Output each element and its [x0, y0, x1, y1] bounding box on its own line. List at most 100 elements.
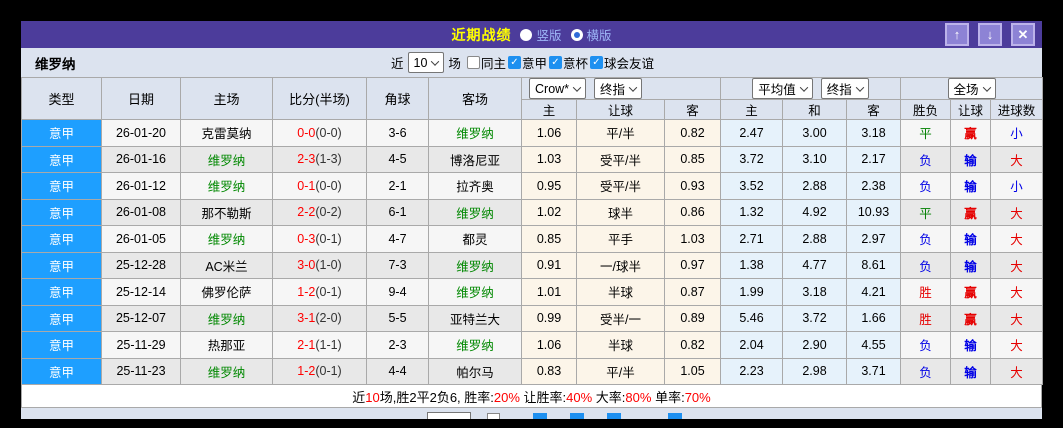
avg-home-odds-cell: 3.72 — [721, 146, 783, 173]
result-cell: 平 — [901, 120, 951, 147]
close-button[interactable]: ✕ — [1011, 23, 1035, 46]
summary-stat-value: 40% — [566, 390, 592, 405]
summary-stat-value: 10 — [365, 390, 379, 405]
home-team-cell[interactable]: 克雷莫纳 — [181, 120, 273, 147]
away-team-cell[interactable]: 维罗纳 — [429, 279, 522, 306]
score-cell[interactable]: 0-1(0-0) — [273, 173, 367, 200]
checked-checkbox-icon[interactable] — [590, 56, 603, 69]
checked-checkbox-icon[interactable] — [508, 56, 521, 69]
filter-checkbox-意甲[interactable]: 意甲 — [508, 53, 547, 72]
cutoff-checked-checkbox[interactable] — [668, 413, 682, 419]
home-team-cell[interactable]: 维罗纳 — [181, 358, 273, 385]
handicap-result-cell: 输 — [951, 173, 991, 200]
result-cell: 负 — [901, 358, 951, 385]
bookmaker-index-select[interactable]: 终指 — [594, 78, 642, 99]
league-cell[interactable]: 意甲 — [22, 199, 102, 226]
crown-away-odds-cell: 1.05 — [665, 358, 721, 385]
league-cell[interactable]: 意甲 — [22, 332, 102, 359]
view-horizontal-radio[interactable]: 横版 — [571, 25, 612, 44]
avg-draw-odds-cell: 2.88 — [783, 226, 847, 253]
home-team-cell[interactable]: AC米兰 — [181, 252, 273, 279]
window-title: 近期战绩 — [451, 25, 511, 45]
away-team-cell[interactable]: 帕尔马 — [429, 358, 522, 385]
summary-stat-label: 让胜率: — [520, 390, 566, 405]
result-cell: 负 — [901, 332, 951, 359]
corner-cell: 4-5 — [367, 146, 429, 173]
avg-draw-odds-cell: 3.72 — [783, 305, 847, 332]
sub-header-goals: 进球数 — [991, 100, 1043, 120]
avg-away-odds-cell: 3.18 — [847, 120, 901, 147]
cutoff-count-select[interactable] — [427, 412, 471, 419]
home-team-cell[interactable]: 佛罗伦萨 — [181, 279, 273, 306]
away-team-cell[interactable]: 拉齐奥 — [429, 173, 522, 200]
crown-away-odds-cell: 0.97 — [665, 252, 721, 279]
move-down-button[interactable]: ↓ — [978, 23, 1002, 46]
filter-checkbox-意杯[interactable]: 意杯 — [549, 53, 588, 72]
full-time-score: 3-0 — [297, 258, 315, 272]
average-select[interactable]: 平均值 — [752, 78, 813, 99]
handicap-result-cell: 赢 — [951, 305, 991, 332]
home-team-cell[interactable]: 维罗纳 — [181, 173, 273, 200]
away-team-cell[interactable]: 都灵 — [429, 226, 522, 253]
league-cell[interactable]: 意甲 — [22, 252, 102, 279]
summary-stat-label: 场,胜2平2负6, 胜率: — [380, 390, 494, 405]
half-time-score: (2-0) — [315, 311, 341, 325]
col-header-corner: 角球 — [367, 78, 429, 120]
scope-select[interactable]: 全场 — [948, 78, 996, 99]
half-time-score: (0-1) — [315, 285, 341, 299]
filter-checkbox-球会友谊[interactable]: 球会友谊 — [590, 53, 654, 72]
view-vertical-radio[interactable]: 竖版 — [520, 25, 561, 44]
score-cell[interactable]: 0-0(0-0) — [273, 120, 367, 147]
crown-handicap-cell: 平手 — [577, 226, 665, 253]
crown-handicap-cell: 平/半 — [577, 358, 665, 385]
league-cell[interactable]: 意甲 — [22, 226, 102, 253]
league-cell[interactable]: 意甲 — [22, 120, 102, 147]
league-cell[interactable]: 意甲 — [22, 279, 102, 306]
score-cell[interactable]: 2-1(1-1) — [273, 332, 367, 359]
away-team-cell[interactable]: 维罗纳 — [429, 252, 522, 279]
filter-checkbox-同主[interactable]: 同主 — [467, 53, 506, 72]
handicap-result-cell: 输 — [951, 358, 991, 385]
score-cell[interactable]: 1-2(0-1) — [273, 279, 367, 306]
bookmaker-select[interactable]: Crow* — [529, 78, 586, 99]
home-team-cell[interactable]: 维罗纳 — [181, 146, 273, 173]
home-team-cell[interactable]: 维罗纳 — [181, 226, 273, 253]
match-count-select[interactable]: 10 — [408, 52, 445, 73]
radio-unselected-icon[interactable] — [520, 29, 532, 41]
score-cell[interactable]: 3-1(2-0) — [273, 305, 367, 332]
home-team-cell[interactable]: 那不勒斯 — [181, 199, 273, 226]
home-team-cell[interactable]: 维罗纳 — [181, 305, 273, 332]
score-cell[interactable]: 0-3(0-1) — [273, 226, 367, 253]
score-cell[interactable]: 1-2(0-1) — [273, 358, 367, 385]
league-cell[interactable]: 意甲 — [22, 173, 102, 200]
away-team-cell[interactable]: 维罗纳 — [429, 332, 522, 359]
cutoff-unchecked-checkbox[interactable] — [487, 413, 500, 419]
header-row-groups: 类型 日期 主场 比分(半场) 角球 客场 Crow* 终指 — [22, 78, 1043, 100]
checked-checkbox-icon[interactable] — [549, 56, 562, 69]
cutoff-checked-checkbox[interactable] — [570, 413, 584, 419]
away-team-cell[interactable]: 维罗纳 — [429, 120, 522, 147]
avg-draw-odds-cell: 3.10 — [783, 146, 847, 173]
score-cell[interactable]: 3-0(1-0) — [273, 252, 367, 279]
avg-draw-odds-cell: 4.92 — [783, 199, 847, 226]
league-cell[interactable]: 意甲 — [22, 358, 102, 385]
cutoff-checked-checkbox[interactable] — [533, 413, 547, 419]
away-team-cell[interactable]: 博洛尼亚 — [429, 146, 522, 173]
league-cell[interactable]: 意甲 — [22, 305, 102, 332]
avg-away-odds-cell: 8.61 — [847, 252, 901, 279]
date-cell: 25-12-07 — [102, 305, 181, 332]
crown-home-odds-cell: 0.85 — [522, 226, 577, 253]
unchecked-checkbox-icon[interactable] — [467, 56, 480, 69]
move-up-button[interactable]: ↑ — [945, 23, 969, 46]
result-cell: 负 — [901, 146, 951, 173]
score-cell[interactable]: 2-3(1-3) — [273, 146, 367, 173]
away-team-cell[interactable]: 维罗纳 — [429, 199, 522, 226]
summary-stat-value: 70% — [685, 390, 711, 405]
home-team-cell[interactable]: 热那亚 — [181, 332, 273, 359]
average-index-select[interactable]: 终指 — [821, 78, 869, 99]
away-team-cell[interactable]: 亚特兰大 — [429, 305, 522, 332]
cutoff-checked-checkbox[interactable] — [607, 413, 621, 419]
league-cell[interactable]: 意甲 — [22, 146, 102, 173]
radio-selected-icon[interactable] — [571, 29, 583, 41]
score-cell[interactable]: 2-2(0-2) — [273, 199, 367, 226]
